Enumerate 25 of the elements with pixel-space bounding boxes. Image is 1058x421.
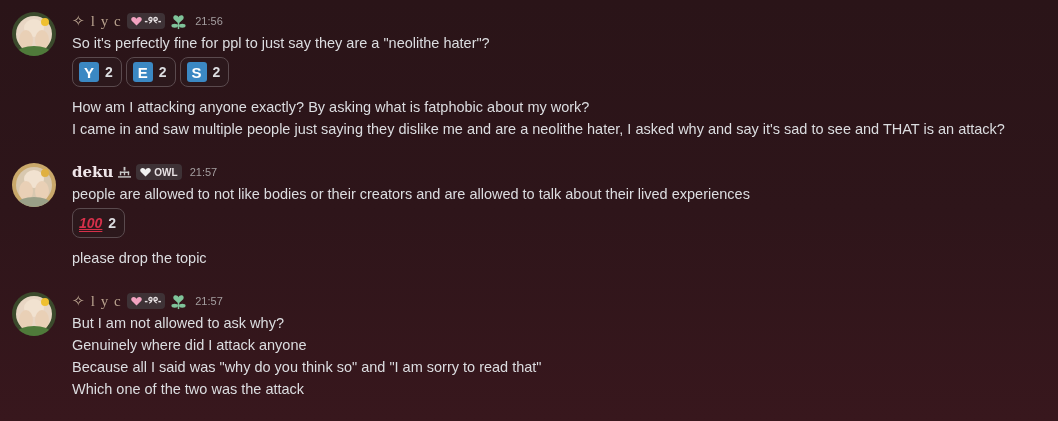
heart-icon bbox=[130, 296, 142, 306]
message-text: But I am not allowed to ask why? bbox=[72, 314, 285, 333]
timestamp: 21:57 bbox=[195, 295, 223, 307]
timestamp: 21:57 bbox=[189, 166, 218, 178]
heart-icon bbox=[140, 167, 152, 177]
reaction-chip[interactable]: Y 2 bbox=[72, 57, 122, 87]
message-text: I came in and saw multiple people just saying they dislike me and are a neolithe hater, I asked why and say it's sad to see and THAT is an attack? bbox=[72, 120, 1006, 139]
username[interactable]: ✧ l y c bbox=[72, 12, 122, 30]
heart-icon bbox=[130, 16, 142, 26]
role-name: -୨୧- bbox=[144, 15, 162, 27]
role-name: -୨୧- bbox=[144, 295, 162, 307]
message-text: Which one of the two was the attack bbox=[72, 380, 306, 399]
reaction-chip[interactable]: S 2 bbox=[179, 57, 230, 87]
message-text: Genuinely where did I attack anyone bbox=[72, 336, 308, 355]
username[interactable]: deku bbox=[72, 163, 114, 181]
reaction-chip[interactable]: 100 2 bbox=[72, 208, 126, 238]
message-text: So it's perfectly fine for ppl to just say they are a "neolithe hater"? bbox=[72, 34, 491, 53]
message-text: Because all I said was "why do you think so" and "I am sorry to read that" bbox=[72, 358, 543, 377]
role-name: OWL bbox=[154, 166, 178, 178]
timestamp: 21:56 bbox=[195, 15, 223, 27]
message-text: How am I attacking anyone exactly? By asking what is fatphobic about my work? bbox=[72, 98, 591, 117]
message-text: please drop the topic bbox=[72, 249, 208, 268]
reaction-chip[interactable]: E 2 bbox=[125, 57, 176, 87]
username[interactable]: ✧ l y c bbox=[72, 292, 122, 310]
message-text: people are allowed to not like bodies or their creators and are allowed to talk about their lived experiences bbox=[72, 185, 751, 204]
